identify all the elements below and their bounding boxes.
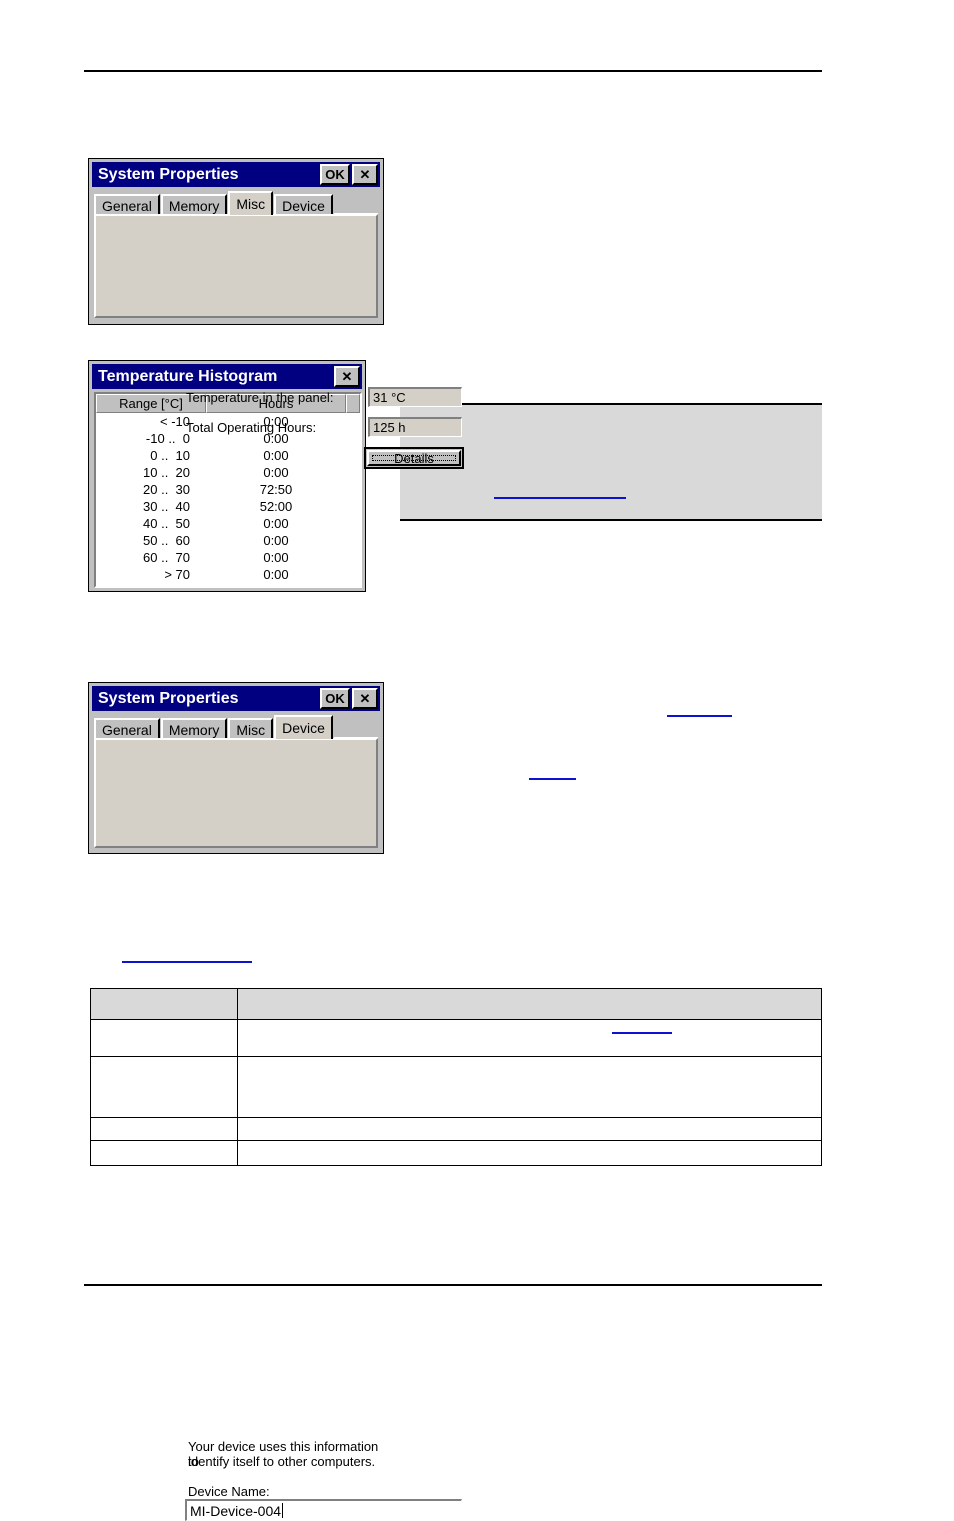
- tab-general[interactable]: General: [94, 718, 160, 739]
- histogram-range-value: 30 .. 40: [143, 499, 190, 514]
- device-tab-panel: [94, 738, 378, 848]
- window-title: Temperature Histogram: [98, 367, 278, 385]
- table-cell: [90, 1117, 238, 1141]
- table-header-row: [90, 988, 822, 1020]
- tabstrip: General Memory Misc Device: [94, 191, 378, 215]
- histogram-hours-value: 0:00: [263, 567, 289, 582]
- histogram-row[interactable]: > 70 0:00: [96, 566, 360, 583]
- operating-hours-value: 125 h: [368, 417, 462, 437]
- system-properties-misc-window[interactable]: System Properties OK ✕ General Memory Mi…: [88, 158, 464, 469]
- misc-tab-panel: [94, 214, 378, 318]
- table-cell: [237, 1117, 822, 1141]
- window-title: System Properties: [98, 689, 239, 707]
- ok-button[interactable]: OK: [320, 164, 350, 185]
- titlebar[interactable]: Temperature Histogram ✕: [92, 364, 362, 389]
- device-section-link-1[interactable]: [667, 715, 732, 717]
- histogram-hours-value: 52:00: [259, 499, 293, 514]
- document-table-body: [90, 1019, 822, 1166]
- table-row: [90, 1140, 822, 1166]
- page-header-rule: [84, 70, 822, 72]
- histogram-range-value: 10 .. 20: [143, 465, 190, 480]
- table-cell: [237, 1056, 822, 1118]
- table-header-cell-1: [90, 988, 238, 1020]
- tabstrip-filler: [333, 194, 378, 215]
- table-row: [90, 1117, 822, 1141]
- tabstrip-filler: [333, 718, 378, 739]
- histogram-hours-value: 0:00: [263, 533, 289, 548]
- table-cell: [90, 1056, 238, 1118]
- note-box-link[interactable]: [494, 497, 626, 499]
- histogram-range-value: > 70: [164, 567, 190, 582]
- tab-memory[interactable]: Memory: [160, 194, 228, 215]
- table-cell: [90, 1019, 238, 1057]
- titlebar[interactable]: System Properties OK ✕: [92, 686, 380, 711]
- histogram-row[interactable]: 10 .. 20 0:00: [96, 464, 360, 481]
- close-icon[interactable]: ✕: [352, 164, 378, 185]
- details-button-label: Details: [372, 451, 456, 466]
- column-header-spacer: [346, 394, 360, 413]
- table-intro-link[interactable]: [122, 961, 252, 963]
- text-caret: [282, 1503, 284, 1518]
- histogram-hours-value: 0:00: [263, 465, 289, 480]
- tab-general[interactable]: General: [94, 194, 160, 215]
- titlebar[interactable]: System Properties OK ✕: [92, 162, 380, 187]
- histogram-range-value: 50 .. 60: [143, 533, 190, 548]
- table-row: [90, 1019, 822, 1057]
- operating-hours-label: Total Operating Hours:: [186, 420, 317, 435]
- tab-device[interactable]: Device: [274, 194, 333, 215]
- histogram-row[interactable]: 30 .. 40 52:00: [96, 498, 360, 515]
- histogram-row[interactable]: 20 .. 30 72:50: [96, 481, 360, 498]
- tab-misc[interactable]: Misc: [228, 191, 274, 215]
- table-cell: [237, 1140, 822, 1166]
- close-icon[interactable]: ✕: [334, 366, 360, 387]
- histogram-row[interactable]: 40 .. 50 0:00: [96, 515, 360, 532]
- table-row: [90, 1056, 822, 1118]
- histogram-row[interactable]: 60 .. 70 0:00: [96, 549, 360, 566]
- table-cell: [237, 1019, 822, 1057]
- table-cell: [90, 1140, 238, 1166]
- histogram-hours-value: 0:00: [263, 448, 289, 463]
- histogram-range-value: 60 .. 70: [143, 550, 190, 565]
- document-table-head: [90, 988, 822, 1020]
- device-name-input[interactable]: MI-Device-004: [185, 1499, 462, 1521]
- temperature-label: Temperature in the panel:: [186, 390, 334, 405]
- histogram-row[interactable]: 50 .. 60 0:00: [96, 532, 360, 549]
- histogram-row[interactable]: 0 .. 10 0:00: [96, 447, 360, 464]
- details-button-face: Details: [367, 450, 461, 466]
- histogram-hours-value: 0:00: [263, 550, 289, 565]
- window-title: System Properties: [98, 165, 239, 183]
- temperature-value: 31 °C: [368, 387, 462, 407]
- tab-misc[interactable]: Misc: [228, 718, 274, 739]
- page-footer-rule: [84, 1284, 822, 1286]
- device-name-input-value: MI-Device-004: [190, 1502, 282, 1519]
- document-table: [90, 988, 822, 1166]
- tabstrip: General Memory Misc Device: [94, 715, 378, 739]
- histogram-range-value: 0 .. 10: [150, 448, 190, 463]
- tab-device[interactable]: Device: [274, 715, 333, 739]
- ok-button[interactable]: OK: [320, 688, 350, 709]
- histogram-range-value: 40 .. 50: [143, 516, 190, 531]
- close-icon[interactable]: ✕: [352, 688, 378, 709]
- device-description-line-2: identify itself to other computers.: [188, 1454, 376, 1469]
- histogram-rows: < -10 0:00 -10 .. 0 0:00 0 .. 10 0:00 10 .. 20…: [96, 413, 360, 583]
- histogram-hours-value: 0:00: [263, 516, 289, 531]
- histogram-hours-value: 72:50: [259, 482, 293, 497]
- details-button[interactable]: Details: [364, 447, 464, 469]
- tab-memory[interactable]: Memory: [160, 718, 228, 739]
- device-section-link-2[interactable]: [529, 778, 576, 780]
- system-properties-device-window[interactable]: System Properties OK ✕ General Memory Mi…: [88, 682, 462, 1521]
- table-header-cell-2: [237, 988, 822, 1020]
- device-name-label: Device Name:: [188, 1484, 270, 1499]
- histogram-range-value: 20 .. 30: [143, 482, 190, 497]
